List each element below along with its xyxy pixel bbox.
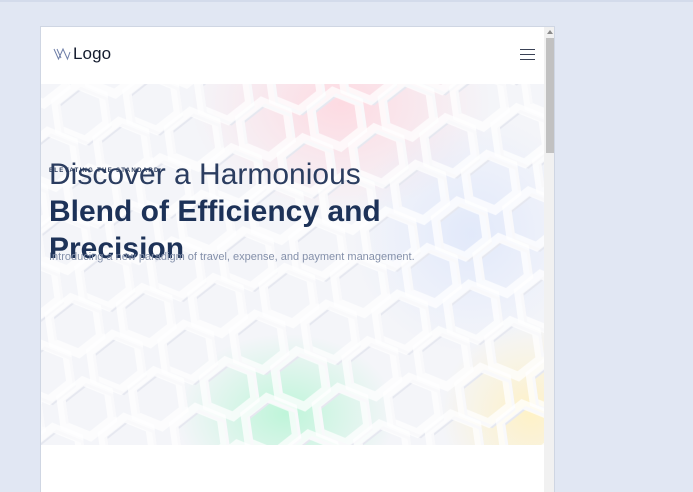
logo-mark-icon xyxy=(53,47,71,61)
scrollbar-thumb[interactable] xyxy=(546,38,554,153)
hero-subtext: Introducing a new paradigm of travel, ex… xyxy=(49,251,415,263)
below-hero-section xyxy=(41,445,544,492)
navbar: Logo xyxy=(41,27,544,84)
hero-section: ELEVATING THE STANDARD: Discover a Harmo… xyxy=(41,84,544,445)
hamburger-menu-icon[interactable] xyxy=(520,48,536,62)
top-strip xyxy=(0,0,693,2)
logo-text: Logo xyxy=(73,44,112,63)
browser-frame: Logo ELEVATING THE STANDARD: Discover a … xyxy=(40,26,555,492)
hero-headline-light: Discover a Harmonious xyxy=(49,158,361,191)
scroll-up-arrow-icon[interactable] xyxy=(547,30,553,34)
vertical-scrollbar[interactable] xyxy=(544,27,554,492)
logo-link[interactable]: Logo xyxy=(53,44,111,64)
page-viewport: Logo ELEVATING THE STANDARD: Discover a … xyxy=(41,27,544,492)
